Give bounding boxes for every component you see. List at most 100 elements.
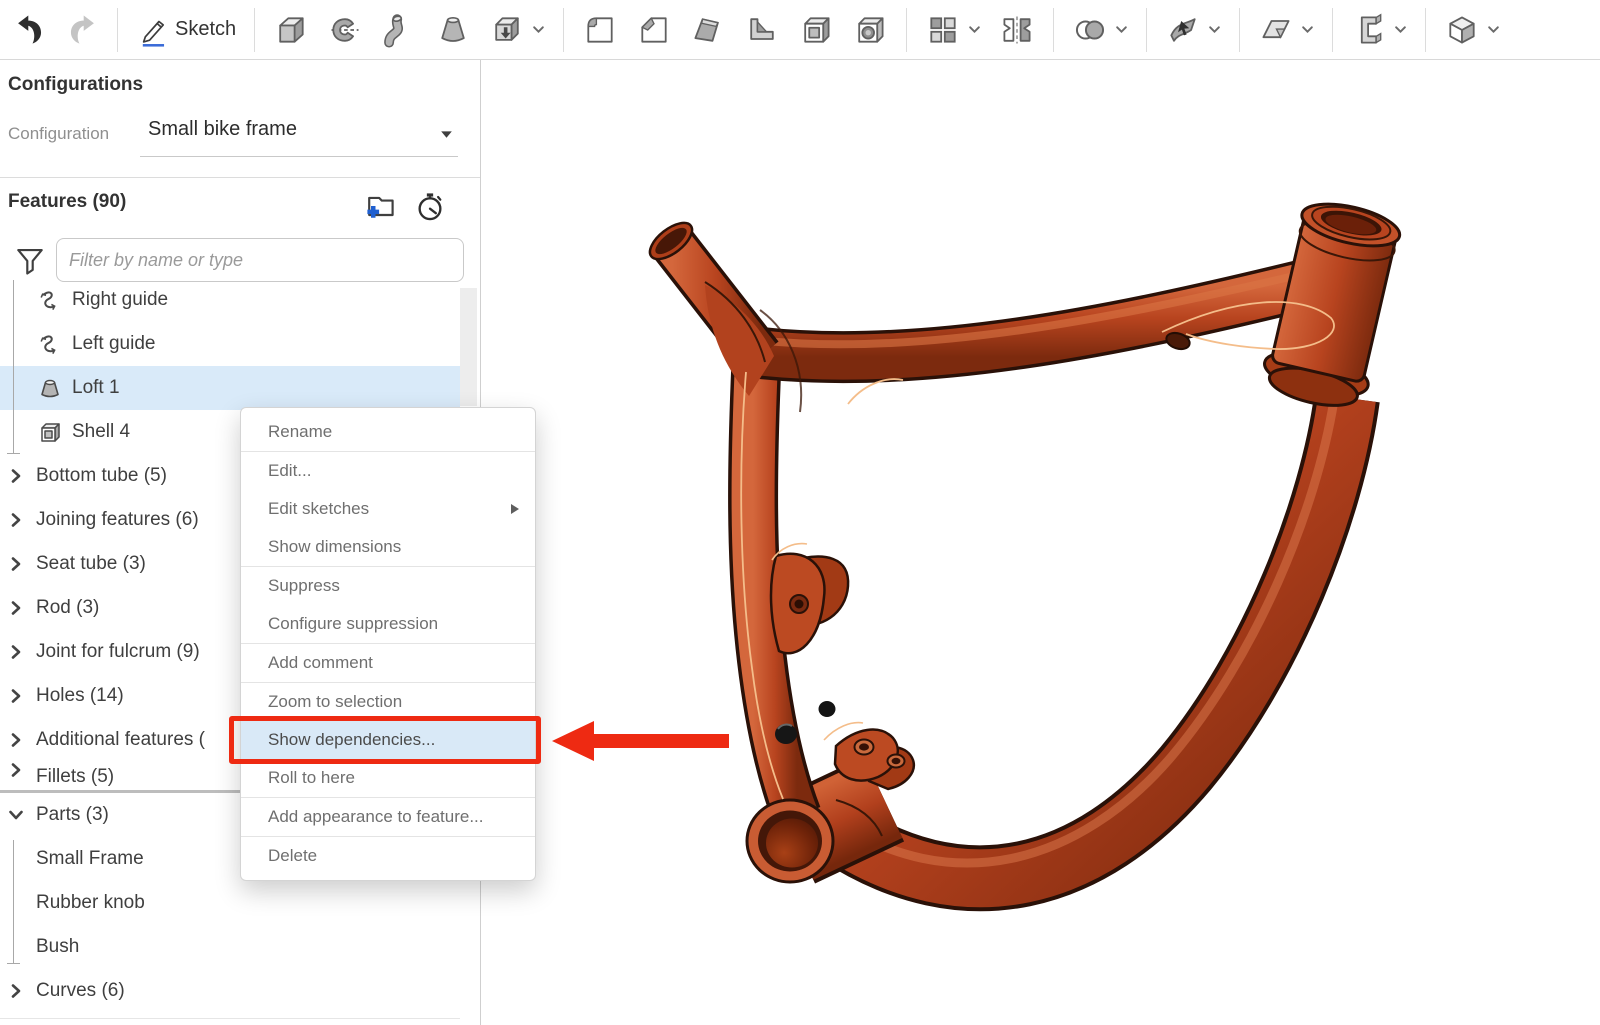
- chevron-down-icon[interactable]: [1487, 23, 1500, 36]
- menu-item-label: Zoom to selection: [268, 692, 402, 711]
- chevron-right-icon[interactable]: [8, 556, 24, 572]
- loft-button[interactable]: [428, 9, 478, 51]
- chevron-right-icon[interactable]: [8, 762, 24, 790]
- boolean-icon: [1072, 12, 1108, 48]
- tree-guide-line: [13, 840, 15, 964]
- chevron-down-icon[interactable]: [8, 807, 24, 823]
- tree-row-rubber-knob[interactable]: Rubber knob: [0, 881, 460, 925]
- chevron-right-icon[interactable]: [8, 983, 24, 999]
- pivot-bracket: [771, 554, 848, 653]
- mirror-icon: [999, 12, 1035, 48]
- plane-button[interactable]: [1251, 9, 1321, 51]
- mirror-button[interactable]: [992, 9, 1042, 51]
- menu-item-label: Show dependencies...: [268, 730, 435, 749]
- menu-item-edit-sketches[interactable]: Edit sketches: [241, 490, 535, 528]
- tree-row-bush[interactable]: Bush: [0, 925, 460, 969]
- configuration-label: Configuration: [8, 124, 109, 144]
- menu-item-label: Rename: [268, 422, 332, 441]
- menu-item-roll-to-here[interactable]: Roll to here: [241, 759, 535, 797]
- menu-item-zoom-to-selection[interactable]: Zoom to selection: [241, 683, 535, 721]
- menu-item-add-comment[interactable]: Add comment: [241, 644, 535, 682]
- chevron-down-icon[interactable]: [1301, 23, 1314, 36]
- chevron-down-icon[interactable]: [1115, 23, 1128, 36]
- move-face-button[interactable]: [1158, 9, 1228, 51]
- draft-icon: [690, 12, 726, 48]
- menu-item-show-dimensions[interactable]: Show dimensions: [241, 528, 535, 566]
- feature-label: Rod (3): [36, 597, 99, 619]
- menu-item-label: Add comment: [268, 653, 373, 672]
- menu-item-show-dependencies[interactable]: Show dependencies...: [241, 721, 535, 759]
- enclose-button[interactable]: [1437, 9, 1507, 51]
- menu-item-configure-suppression[interactable]: Configure suppression: [241, 605, 535, 643]
- chevron-down-icon[interactable]: [1394, 23, 1407, 36]
- menu-item-rename[interactable]: Rename: [241, 413, 535, 451]
- extrude-button[interactable]: [266, 9, 316, 51]
- filter-icon[interactable]: [12, 242, 48, 278]
- toolbar-separator: [1425, 8, 1426, 52]
- undo-button[interactable]: [6, 10, 54, 50]
- toolbar-separator: [906, 8, 907, 52]
- chamfer-icon: [636, 12, 672, 48]
- hole-button[interactable]: [845, 9, 895, 51]
- draft-button[interactable]: [683, 9, 733, 51]
- new-folder-icon[interactable]: [362, 188, 398, 224]
- tree-row-loft-1[interactable]: Loft 1: [0, 366, 460, 410]
- chevron-right-icon[interactable]: [8, 732, 24, 748]
- feature-label: Small Frame: [36, 848, 144, 870]
- configurations-heading: Configurations: [8, 74, 143, 96]
- chevron-down-icon[interactable]: [968, 23, 981, 36]
- transform-button[interactable]: [1344, 9, 1414, 51]
- toolbar-separator: [254, 8, 255, 52]
- configuration-underline: [140, 156, 458, 157]
- enclose-icon: [1444, 12, 1480, 48]
- tree-scrollbar-thumb[interactable]: [460, 288, 477, 406]
- tree-guide-icon: [38, 332, 62, 356]
- bike-frame-model[interactable]: [644, 196, 1407, 882]
- hole-icon: [852, 12, 888, 48]
- sweep-button[interactable]: [374, 9, 424, 51]
- menu-item-suppress[interactable]: Suppress: [241, 567, 535, 605]
- feature-label: Bush: [36, 936, 79, 958]
- toolbar-separator: [1146, 8, 1147, 52]
- toolbar-separator: [1332, 8, 1333, 52]
- redo-icon: [65, 13, 99, 47]
- loft-icon: [435, 12, 471, 48]
- menu-item-label: Edit...: [268, 461, 311, 480]
- chevron-right-icon[interactable]: [8, 688, 24, 704]
- feature-label: Parts (3): [36, 804, 109, 826]
- chevron-right-icon[interactable]: [8, 512, 24, 528]
- pencil-button[interactable]: Sketch: [129, 10, 243, 50]
- fillet-button[interactable]: [575, 9, 625, 51]
- tree-row-right-guide[interactable]: Right guide: [0, 278, 460, 322]
- pencil-button-label: Sketch: [175, 18, 236, 41]
- chevron-right-icon[interactable]: [8, 600, 24, 616]
- feature-label: Right guide: [72, 289, 168, 311]
- configuration-select[interactable]: Small bike frame: [148, 118, 458, 141]
- revolve-button[interactable]: [320, 9, 370, 51]
- tree-row-left-guide[interactable]: Left guide: [0, 322, 460, 366]
- chevron-down-icon[interactable]: [1208, 23, 1221, 36]
- chevron-right-icon[interactable]: [8, 468, 24, 484]
- rollback-history-icon[interactable]: [412, 188, 448, 224]
- menu-item-label: Suppress: [268, 576, 340, 595]
- redo-button[interactable]: [58, 10, 106, 50]
- thicken-button[interactable]: [482, 9, 552, 51]
- filter-input[interactable]: [56, 238, 464, 282]
- menu-item-add-appearance-to-feature[interactable]: Add appearance to feature...: [241, 798, 535, 836]
- tree-loft-icon: [38, 376, 62, 400]
- chevron-down-icon[interactable]: [532, 23, 545, 36]
- chevron-right-icon[interactable]: [8, 644, 24, 660]
- linear-pattern-button[interactable]: [918, 9, 988, 51]
- plane-icon: [1258, 12, 1294, 48]
- feature-label: Rubber knob: [36, 892, 145, 914]
- menu-item-label: Delete: [268, 846, 317, 865]
- boolean-button[interactable]: [1065, 9, 1135, 51]
- rib-icon: [744, 12, 780, 48]
- dropdown-caret-icon[interactable]: [438, 126, 455, 148]
- rib-button[interactable]: [737, 9, 787, 51]
- shell-button[interactable]: [791, 9, 841, 51]
- tree-row-curves-6[interactable]: Curves (6): [0, 969, 460, 1013]
- menu-item-delete[interactable]: Delete: [241, 837, 535, 875]
- chamfer-button[interactable]: [629, 9, 679, 51]
- menu-item-edit[interactable]: Edit...: [241, 452, 535, 490]
